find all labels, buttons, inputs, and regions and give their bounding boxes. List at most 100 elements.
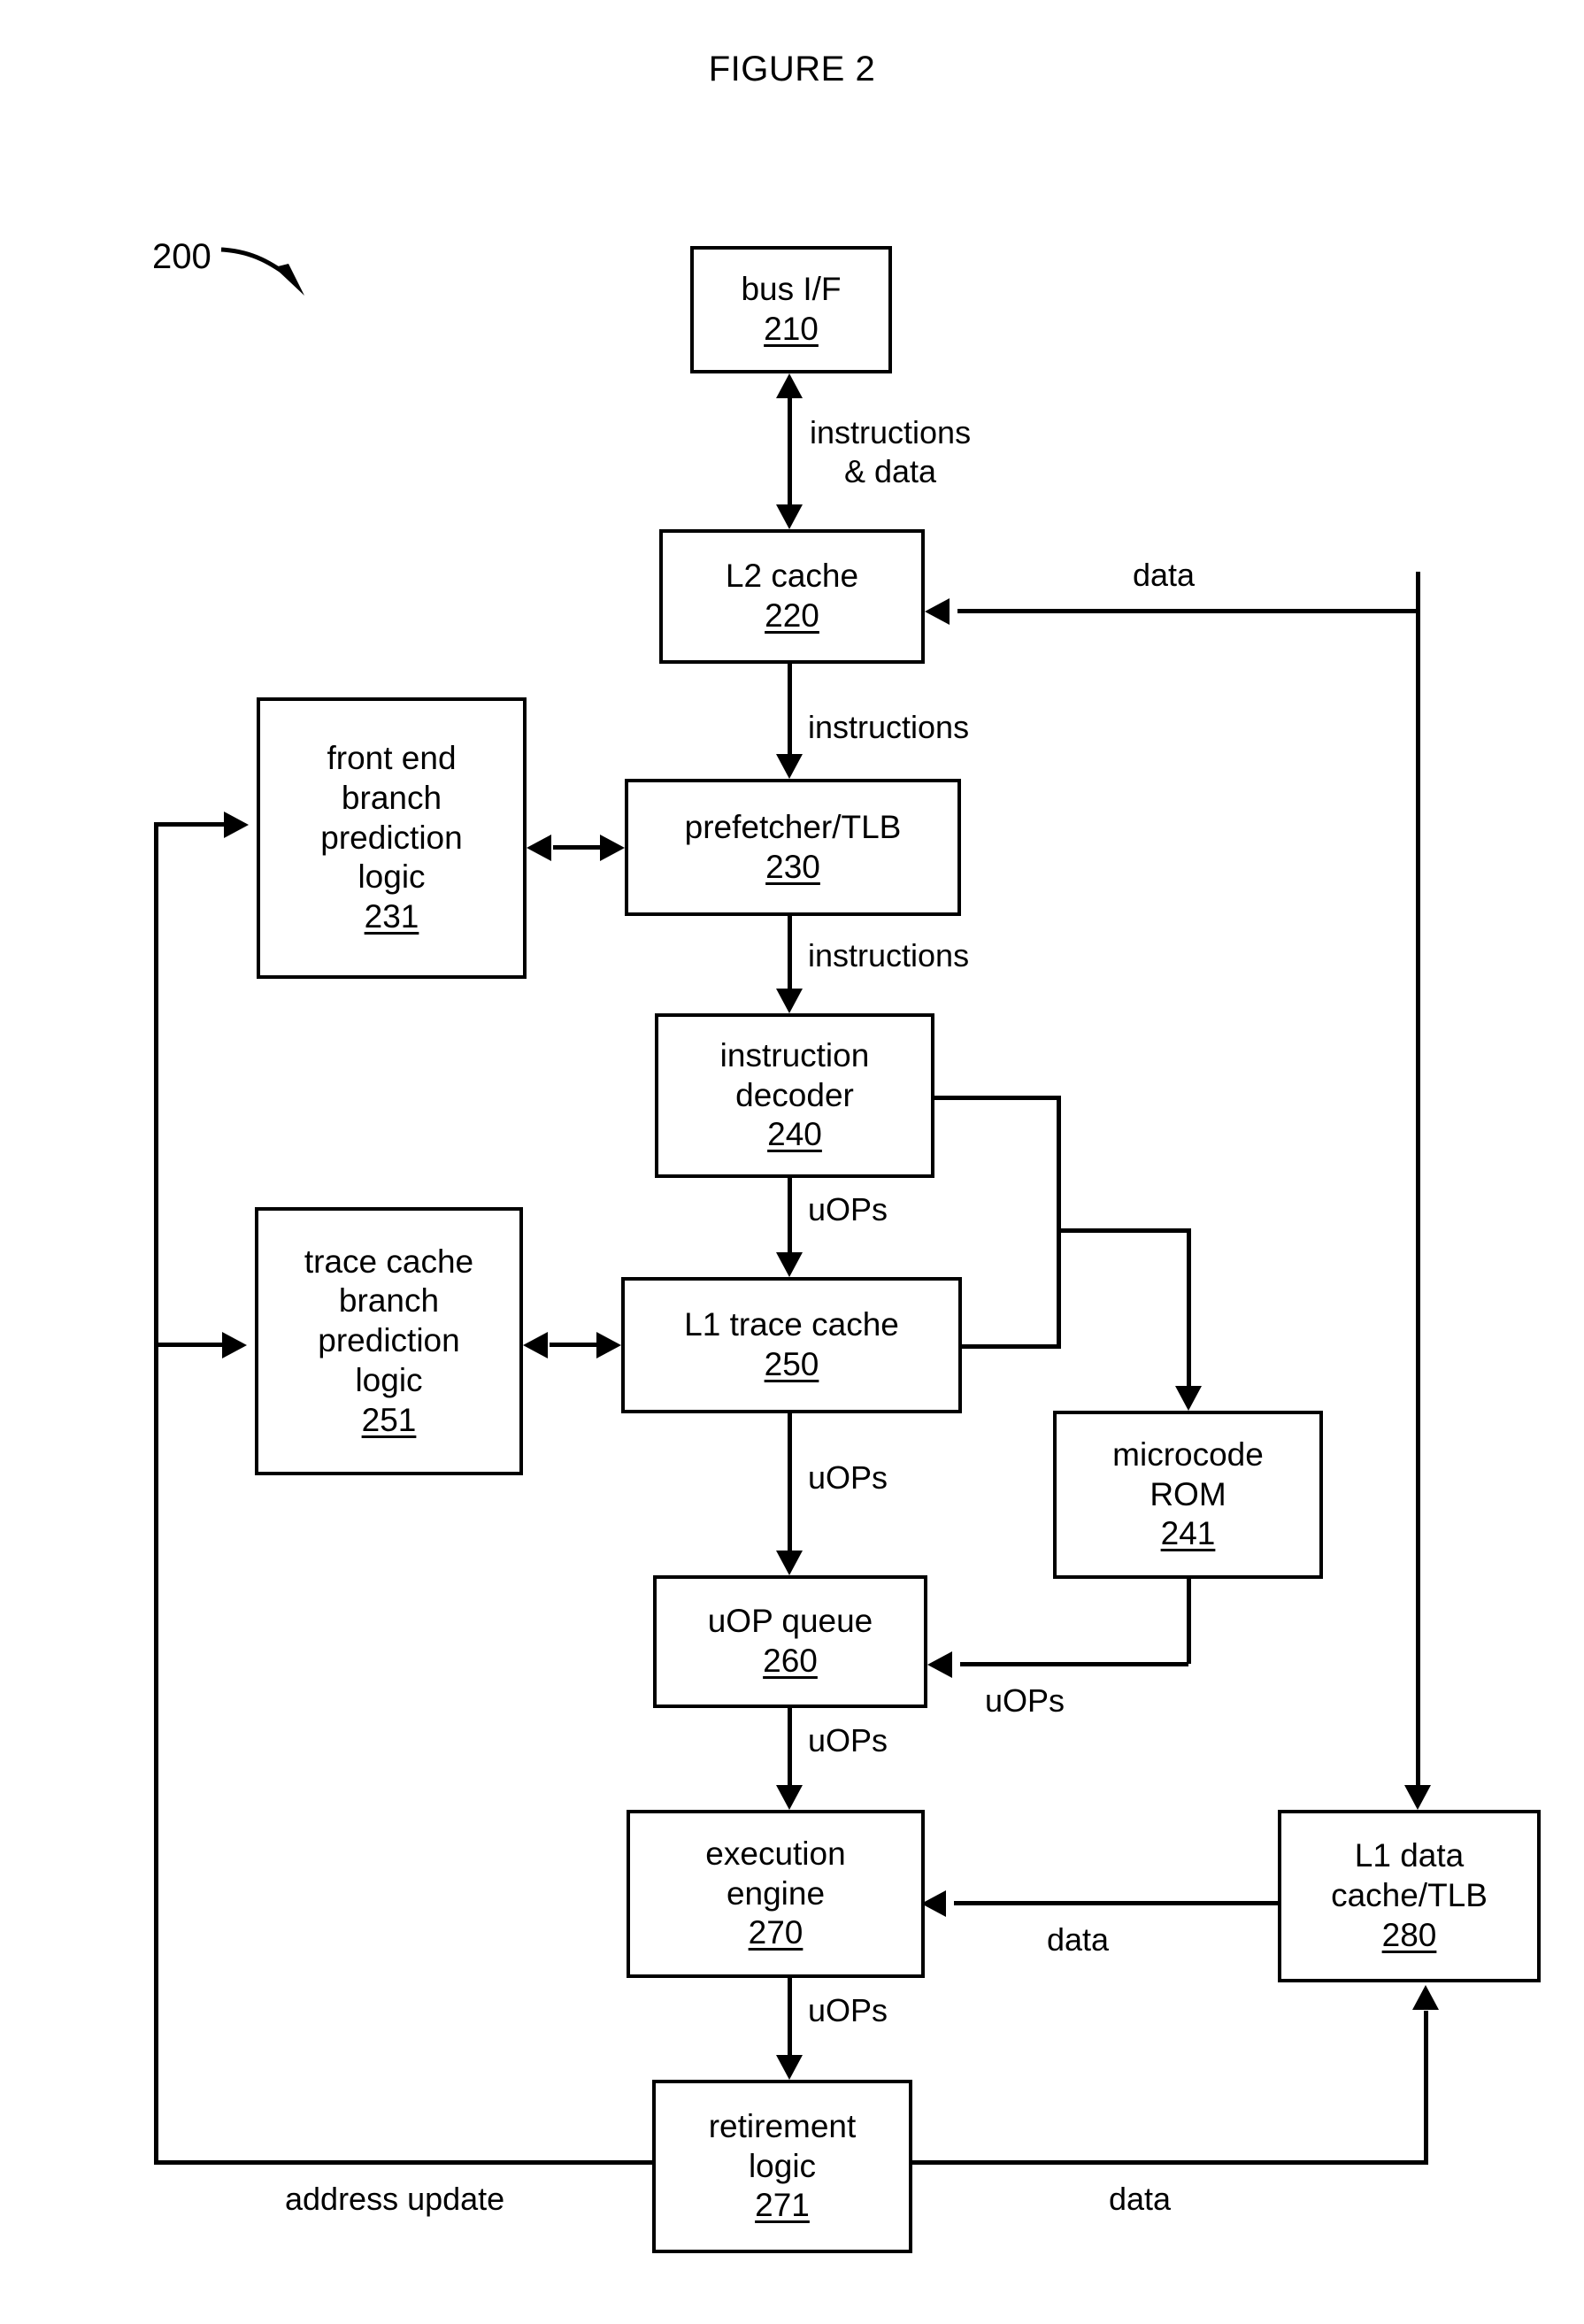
arrowhead-left-icon [927, 1651, 952, 1678]
block-label-line: logic [748, 2147, 817, 2184]
block-label-line: trace cache [304, 1243, 474, 1280]
arrowhead-right-icon [222, 1332, 247, 1358]
block-uop-queue[interactable]: uOP queue 260 [653, 1575, 927, 1708]
block-label-line: decoder [735, 1076, 854, 1113]
block-reference-numeral: 260 [763, 1643, 818, 1679]
edge-label-uops-rom-queue: uOPs [985, 1682, 1065, 1719]
connector-l2-cache-to-prefetcher [788, 664, 792, 754]
block-label-line: L2 cache [725, 558, 859, 595]
edge-label-uops-queue-exec: uOPs [808, 1722, 888, 1758]
connector-exec-to-retirement [788, 1978, 792, 2055]
block-reference-numeral: 271 [755, 2187, 810, 2224]
connector-rom-to-uop-queue-horizontal [960, 1662, 1188, 1666]
arrowhead-left-icon [523, 1332, 548, 1358]
block-label-line: L1 trace cache [684, 1306, 899, 1343]
block-label-line: branch [341, 779, 442, 816]
block-label-line: retirement [708, 2107, 857, 2144]
edge-label-instructions-l2-prefetcher: instructions [808, 709, 970, 745]
edge-label-data-retirement-l1: data [1109, 2181, 1172, 2217]
connector-tc-bp-to-l1-trace-cache [550, 1343, 599, 1347]
block-l1-data-cache-tlb[interactable]: L1 data cache/TLB 280 [1278, 1810, 1541, 1982]
block-reference-numeral: 231 [364, 898, 419, 935]
block-label-line: engine [726, 1874, 826, 1912]
arrowhead-left-icon [921, 1890, 946, 1917]
arrowhead-left-icon [925, 598, 950, 625]
block-label-line: uOP queue [707, 1603, 873, 1640]
edge-label-line: instructions [810, 414, 972, 450]
block-l1-trace-cache[interactable]: L1 trace cache 250 [621, 1277, 962, 1413]
block-microcode-rom[interactable]: microcode ROM 241 [1053, 1411, 1323, 1579]
figure-canvas: FIGURE 2 200 bus I/F 210 L2 cache 220 fr… [0, 0, 1584, 2324]
block-retirement-logic[interactable]: retirement logic 271 [652, 2080, 912, 2253]
connector-to-microcode-rom-horizontal [1057, 1228, 1191, 1233]
arrowhead-down-icon [776, 504, 803, 529]
arrowhead-left-icon [527, 835, 551, 861]
connector-data-to-l2-cache [957, 609, 1419, 613]
arrowhead-down-icon [776, 989, 803, 1013]
block-instruction-decoder[interactable]: instruction decoder 240 [655, 1013, 934, 1178]
edge-label-uops-decoder-trace: uOPs [808, 1191, 888, 1227]
arrowhead-up-icon [1412, 1985, 1439, 2010]
edge-label-data-to-l2: data [1133, 557, 1196, 593]
arrowhead-right-icon [224, 812, 249, 838]
block-label-line: front end [327, 740, 457, 777]
reference-numeral-200: 200 [152, 237, 211, 276]
arrowhead-down-icon [1404, 1785, 1431, 1810]
block-label-line: prefetcher/TLB [684, 808, 902, 845]
connector-l1-data-to-exec [954, 1901, 1280, 1905]
arrowhead-down-icon [776, 1252, 803, 1277]
connector-feedback-to-fe-bp [154, 822, 227, 827]
block-reference-numeral: 270 [748, 1914, 804, 1951]
arrowhead-right-icon [596, 1332, 621, 1358]
connector-uop-queue-to-exec [788, 1708, 792, 1785]
arrowhead-down-icon [776, 1785, 803, 1810]
block-execution-engine[interactable]: execution engine 270 [627, 1810, 925, 1978]
block-reference-numeral: 240 [767, 1116, 822, 1153]
arrowhead-down-icon [1175, 1386, 1202, 1411]
connector-fe-bp-to-prefetcher [553, 845, 603, 850]
connector-decoder-to-trace-cache [788, 1178, 792, 1252]
block-reference-numeral: 241 [1160, 1515, 1216, 1552]
block-label-line: L1 data [1354, 1837, 1465, 1874]
edge-label-uops-exec-retirement: uOPs [808, 1992, 888, 2028]
block-front-end-branch-prediction-logic[interactable]: front end branch prediction logic 231 [257, 697, 527, 979]
lead-line-arrow-icon [220, 247, 304, 296]
block-label-line: microcode [1112, 1435, 1264, 1473]
block-label-line: branch [338, 1282, 440, 1320]
connector-retirement-data-horizontal [911, 2160, 1428, 2165]
connector-trace-cache-right-out [958, 1344, 1061, 1349]
edge-label-uops-trace-queue: uOPs [808, 1459, 888, 1496]
block-reference-numeral: 220 [765, 597, 819, 634]
connector-to-microcode-rom-vertical [1187, 1228, 1191, 1386]
edge-label-data-l1-exec: data [1047, 1921, 1110, 1958]
connector-bus-if-to-l2-cache [788, 398, 792, 504]
block-reference-numeral: 210 [764, 311, 819, 347]
connector-decoder-rom-junction [1057, 1096, 1061, 1347]
arrowhead-down-icon [776, 1551, 803, 1575]
block-label-line: instruction [719, 1036, 870, 1074]
connector-address-update-horizontal [154, 2160, 654, 2165]
connector-trace-cache-to-uop-queue [788, 1413, 792, 1551]
connector-address-update-vertical [154, 822, 158, 2163]
block-reference-numeral: 250 [764, 1346, 819, 1382]
block-trace-cache-branch-prediction-logic[interactable]: trace cache branch prediction logic 251 [255, 1207, 523, 1475]
edge-label-instructions-and-data: instructions & data [810, 413, 971, 491]
block-bus-interface[interactable]: bus I/F 210 [690, 246, 892, 373]
block-reference-numeral: 280 [1381, 1916, 1437, 1953]
connector-rom-to-uop-queue-vertical [1187, 1579, 1191, 1664]
block-label-line: logic [355, 1361, 423, 1398]
connector-prefetcher-to-decoder [788, 916, 792, 989]
edge-label-line: & data [843, 452, 937, 489]
block-prefetcher-tlb[interactable]: prefetcher/TLB 230 [625, 779, 961, 916]
connector-feedback-to-tc-bp [154, 1343, 225, 1347]
arrowhead-down-icon [776, 2055, 803, 2080]
block-l2-cache[interactable]: L2 cache 220 [659, 529, 925, 664]
arrowhead-down-icon [776, 754, 803, 779]
connector-right-data-bus [1416, 572, 1420, 1786]
block-label-line: logic [358, 858, 426, 896]
figure-title: FIGURE 2 [708, 50, 876, 88]
block-label-line: execution [705, 1835, 846, 1872]
edge-label-instructions-prefetcher-decoder: instructions [808, 937, 970, 973]
edge-label-address-update: address update [285, 2181, 505, 2217]
block-label-line: ROM [1150, 1475, 1226, 1512]
